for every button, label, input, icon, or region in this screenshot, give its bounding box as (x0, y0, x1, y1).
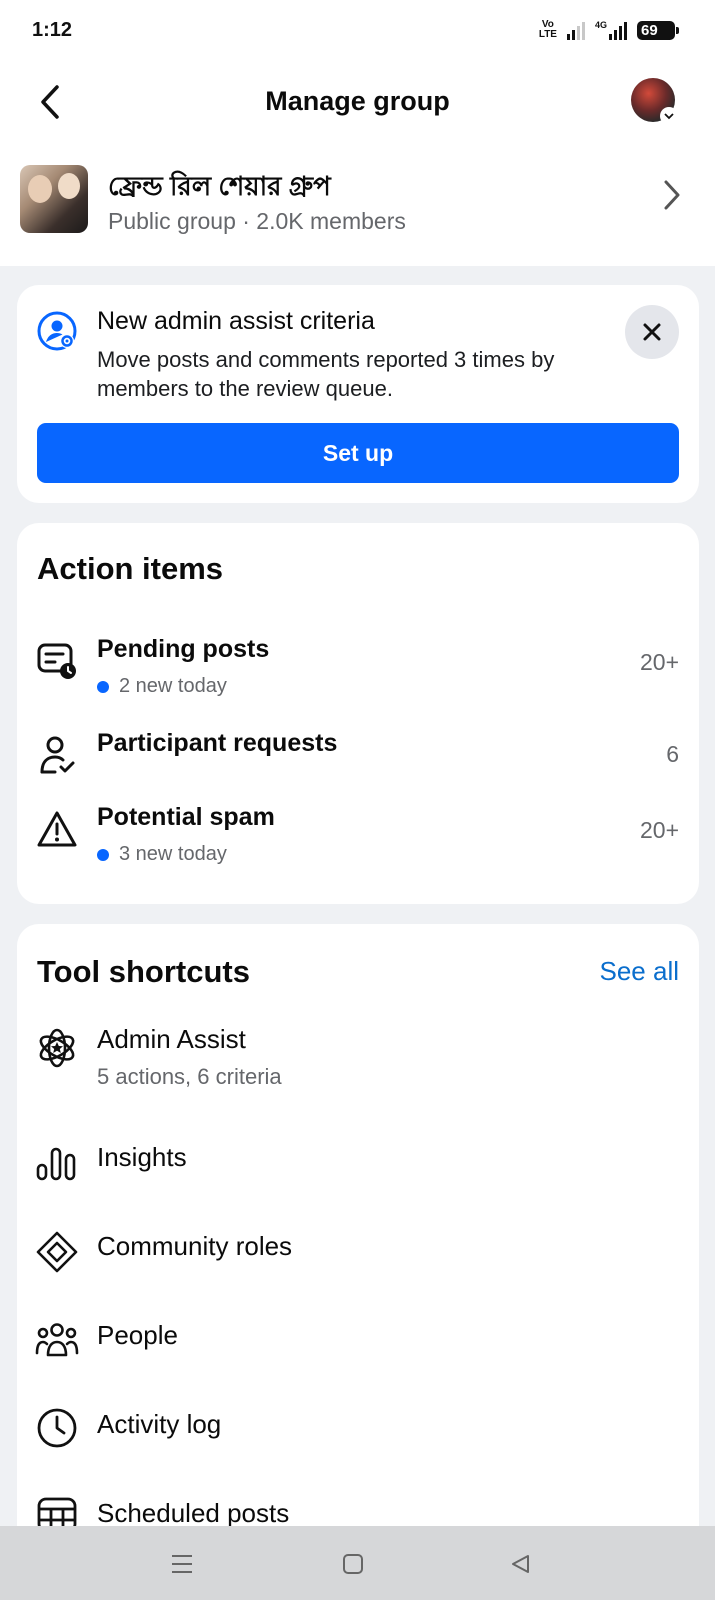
menu-icon[interactable] (162, 1544, 202, 1584)
action-item-label: Participant requests (97, 729, 338, 757)
group-name: ফ্রেন্ড রিল শেয়ার গ্রুপ (108, 171, 331, 201)
battery-icon: 69 (637, 20, 679, 40)
action-item-count: 6 (666, 741, 679, 767)
banner-title: New admin assist criteria (97, 307, 375, 335)
back-triangle-icon[interactable] (500, 1544, 540, 1584)
new-indicator-dot (97, 680, 109, 693)
section-title: Action items (37, 551, 224, 586)
close-banner-button[interactable] (625, 305, 679, 359)
people-icon (35, 1318, 79, 1362)
status-icons: Vo LTE 4G 69 (538, 19, 679, 40)
admin-assist-settings-icon (37, 311, 77, 351)
profile-avatar-button[interactable] (631, 78, 678, 125)
pending-posts-icon (35, 639, 79, 683)
system-navigation-bar (0, 1526, 715, 1600)
action-item-count: 20+ (639, 649, 679, 675)
new-indicator-dot (97, 848, 109, 861)
action-item-label: Pending posts (97, 635, 270, 663)
action-item-count: 20+ (639, 817, 679, 843)
clock-icon (35, 1406, 79, 1450)
admin-assist-icon (35, 1026, 79, 1070)
signal-sim2-icon: 4G (595, 20, 627, 40)
tool-label: Scheduled posts (97, 1498, 290, 1528)
tool-label: Admin Assist (97, 1024, 246, 1054)
group-cover-image (20, 165, 88, 233)
status-bar: 1:12 Vo LTE 4G 69 (0, 0, 715, 64)
tool-label: People (97, 1320, 178, 1350)
chevron-down-icon (660, 107, 678, 125)
action-item-sub: 3 new today (97, 843, 227, 866)
volte-icon: Vo LTE (538, 19, 557, 40)
see-all-link[interactable]: See all (600, 956, 680, 987)
tool-label: Insights (97, 1142, 187, 1172)
group-header-row[interactable]: ফ্রেন্ড রিল শেয়ার গ্রুপ Public group · … (0, 140, 715, 266)
signal-sim1-icon (566, 20, 585, 40)
page-title: Manage group (265, 86, 450, 116)
group-meta: Public group · 2.0K members (108, 208, 406, 234)
action-items-card: Action items Pending posts 2 new today 2… (17, 523, 699, 904)
action-item-label: Potential spam (97, 803, 275, 831)
status-time: 1:12 (32, 19, 73, 41)
tool-shortcuts-card: Tool shortcuts See all Admin Assist 5 ac… (17, 924, 699, 1600)
warning-icon (35, 807, 79, 851)
home-icon[interactable] (333, 1544, 373, 1584)
section-title: Tool shortcuts (37, 954, 250, 989)
action-item-sub: 2 new today (97, 675, 227, 698)
community-roles-icon (35, 1230, 79, 1274)
chevron-right-icon (657, 170, 687, 220)
tool-label: Activity log (97, 1409, 222, 1439)
admin-assist-banner: New admin assist criteria Move posts and… (17, 285, 699, 503)
tool-sub: 5 actions, 6 criteria (97, 1064, 282, 1089)
banner-description: Move posts and comments reported 3 times… (97, 347, 555, 401)
tool-label: Community roles (97, 1231, 293, 1261)
top-app-bar: Manage group (0, 64, 715, 140)
close-icon (643, 323, 661, 341)
insights-icon (35, 1142, 79, 1186)
set-up-button[interactable]: Set up (37, 423, 679, 483)
participant-requests-icon (35, 733, 79, 777)
